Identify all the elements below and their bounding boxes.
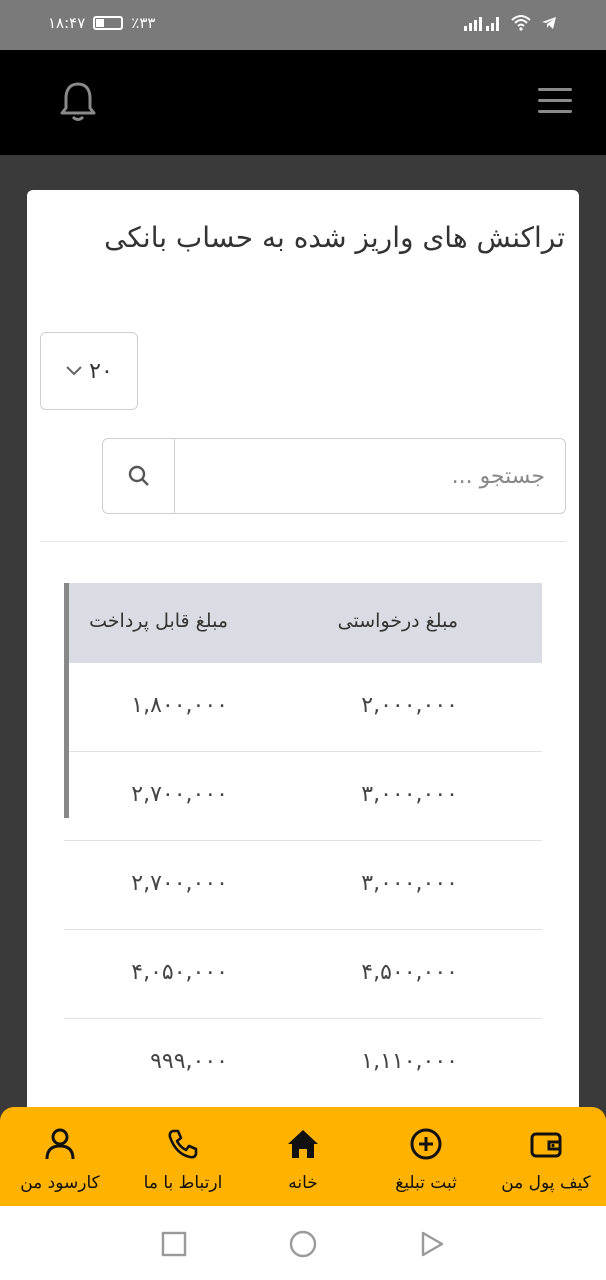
requested-amount-cell: ۲,۰۰۰,۰۰۰ <box>361 693 458 718</box>
nav-label-post-ad: ثبت تبلیغ <box>395 1173 457 1193</box>
app-header <box>0 50 606 155</box>
requested-amount-cell: ۱,۱۱۰,۰۰۰ <box>361 1049 458 1074</box>
payable-amount-cell: ۲,۷۰۰,۰۰۰ <box>131 782 228 807</box>
status-time: ۱۸:۴۷ <box>48 14 86 32</box>
recent-apps-icon[interactable] <box>160 1230 188 1258</box>
table-scrollbar[interactable] <box>64 583 69 818</box>
status-bar: ۱۸:۴۷ ٪۳۳ <box>0 0 606 50</box>
page-size-value: ۲۰ <box>89 358 113 384</box>
home-circle-icon[interactable] <box>289 1230 317 1258</box>
page-size-select[interactable]: ۲۰ <box>40 332 138 410</box>
battery-percent: ٪۳۳ <box>131 14 156 32</box>
search-icon <box>128 465 149 486</box>
status-left: ۱۸:۴۷ ٪۳۳ <box>48 14 155 32</box>
payable-amount-cell: ۹۹۹,۰۰۰ <box>150 1049 228 1074</box>
search-box <box>102 438 566 514</box>
back-triangle-icon[interactable] <box>418 1230 446 1258</box>
bottom-navigation: کیف پول من ثبت تبلیغ خانه ارتباط با ما ک… <box>0 1107 606 1206</box>
signal-icon <box>464 17 499 31</box>
status-right <box>462 14 558 32</box>
nav-item-home[interactable]: خانه <box>243 1107 363 1206</box>
payable-amount-cell: ۲,۷۰۰,۰۰۰ <box>131 871 228 896</box>
nav-label-wallet: کیف پول من <box>501 1173 591 1193</box>
system-navigation-bar <box>0 1206 606 1280</box>
home-icon <box>288 1130 318 1158</box>
table-row: ۳,۰۰۰,۰۰۰ ۲,۷۰۰,۰۰۰ <box>64 752 542 841</box>
requested-amount-cell: ۳,۰۰۰,۰۰۰ <box>361 871 458 896</box>
telegram-icon <box>542 17 556 29</box>
table-row: ۱,۱۱۰,۰۰۰ ۹۹۹,۰۰۰ <box>64 1019 542 1108</box>
requested-amount-cell: ۴,۵۰۰,۰۰۰ <box>361 960 458 985</box>
battery-icon <box>93 16 124 30</box>
wifi-icon <box>511 15 531 31</box>
nav-label-profile: کارسود من <box>20 1173 100 1193</box>
wallet-icon <box>530 1132 562 1158</box>
nav-item-wallet[interactable]: کیف پول من <box>486 1107 606 1206</box>
search-button[interactable] <box>103 439 175 513</box>
transactions-table: مبلغ درخواستی مبلغ قابل پرداخت ۲,۰۰۰,۰۰۰… <box>64 583 542 1108</box>
phone-icon <box>168 1129 198 1159</box>
nav-label-home: خانه <box>288 1173 318 1193</box>
hamburger-menu-icon[interactable] <box>538 88 572 116</box>
divider <box>40 541 566 542</box>
nav-item-contact[interactable]: ارتباط با ما <box>123 1107 243 1206</box>
transactions-card: تراکنش های واریز شده به حساب بانکی ۲۰ مب… <box>27 190 579 1190</box>
column-header-payable-amount: مبلغ قابل پرداخت <box>89 610 228 632</box>
table-header: مبلغ درخواستی مبلغ قابل پرداخت <box>64 583 542 663</box>
chevron-down-icon <box>66 366 82 376</box>
user-icon <box>45 1128 75 1160</box>
nav-item-profile[interactable]: کارسود من <box>0 1107 120 1206</box>
search-input[interactable] <box>175 439 565 513</box>
table-row: ۴,۵۰۰,۰۰۰ ۴,۰۵۰,۰۰۰ <box>64 930 542 1019</box>
nav-item-post-ad[interactable]: ثبت تبلیغ <box>366 1107 486 1206</box>
bell-icon[interactable] <box>58 80 98 124</box>
column-header-requested-amount: مبلغ درخواستی <box>337 610 458 632</box>
table-row: ۳,۰۰۰,۰۰۰ ۲,۷۰۰,۰۰۰ <box>64 841 542 930</box>
requested-amount-cell: ۳,۰۰۰,۰۰۰ <box>361 782 458 807</box>
payable-amount-cell: ۱,۸۰۰,۰۰۰ <box>131 693 228 718</box>
plus-circle-icon <box>410 1128 442 1160</box>
nav-label-contact: ارتباط با ما <box>143 1173 223 1193</box>
page-title: تراکنش های واریز شده به حساب بانکی <box>104 221 565 254</box>
payable-amount-cell: ۴,۰۵۰,۰۰۰ <box>131 960 228 985</box>
table-row: ۲,۰۰۰,۰۰۰ ۱,۸۰۰,۰۰۰ <box>64 663 542 752</box>
